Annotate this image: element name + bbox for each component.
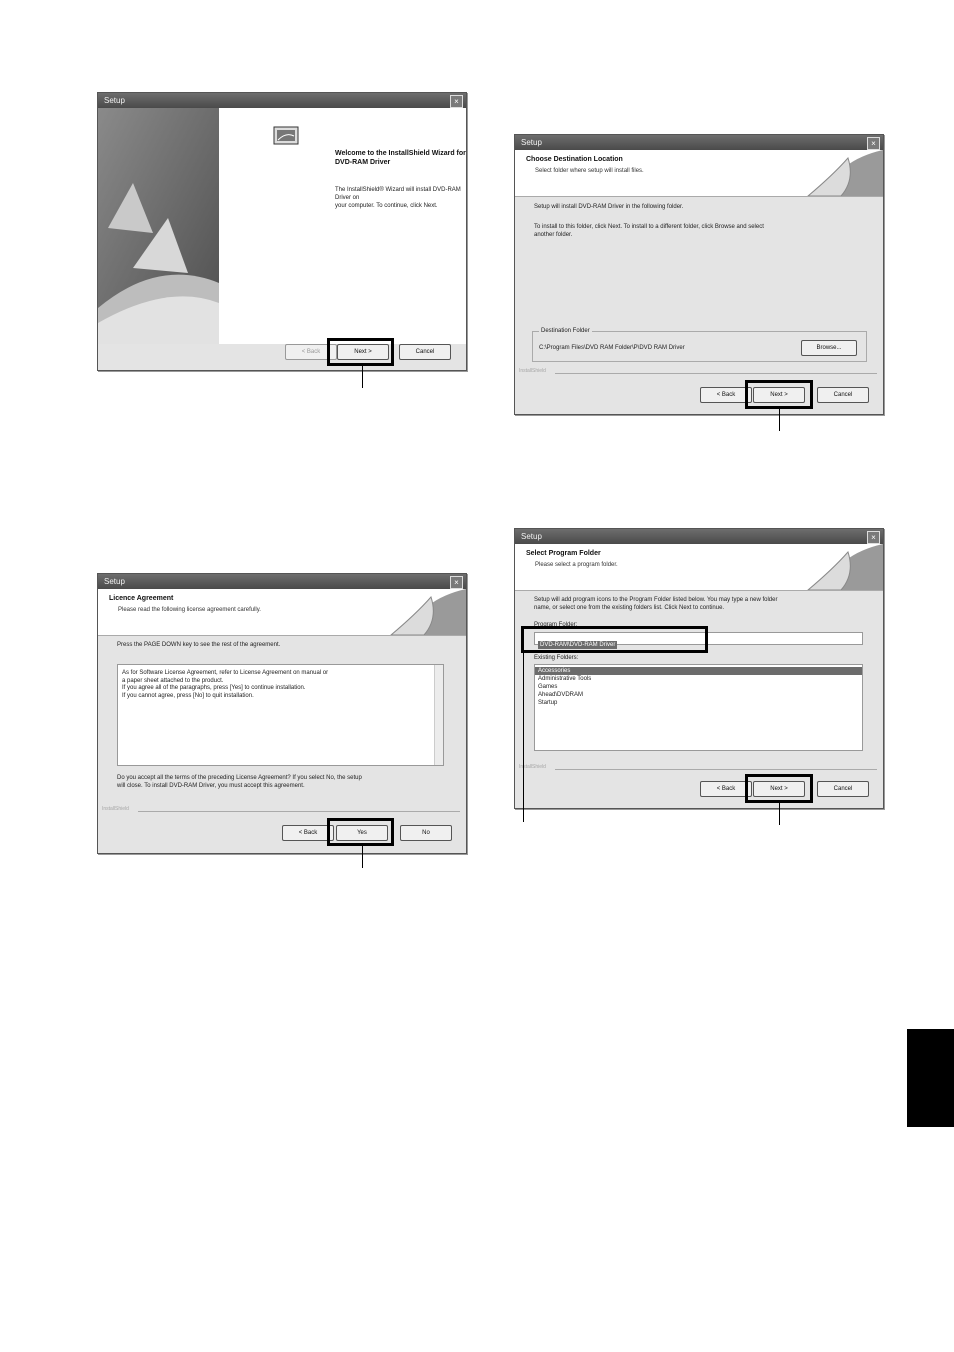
- page-curl-icon: [807, 150, 883, 196]
- close-button[interactable]: ×: [867, 137, 880, 150]
- browse-button[interactable]: Browse...: [801, 340, 857, 356]
- license-text-box[interactable]: As for Software License Agreement, refer…: [117, 664, 444, 766]
- destination-titlebar[interactable]: Setup ×: [515, 135, 883, 150]
- program-folder-dialog: Setup × Select Program Folder Please sel…: [514, 528, 884, 809]
- list-item[interactable]: Games: [535, 683, 862, 691]
- welcome-content: Welcome to the InstallShield Wizard for …: [219, 108, 466, 344]
- license-question: Do you accept all the terms of the prece…: [117, 775, 362, 789]
- setup-computer-icon: [273, 126, 299, 145]
- page-subtitle: Please select a program folder.: [535, 562, 618, 568]
- yes-button-highlight: [327, 818, 394, 846]
- next-button-highlight: [745, 380, 813, 409]
- license-instruction: Press the PAGE DOWN key to see the rest …: [117, 642, 281, 648]
- close-button[interactable]: ×: [867, 531, 880, 544]
- callout-line: [362, 846, 363, 868]
- window-title: Setup: [521, 138, 542, 147]
- license-dialog: Setup × Licence Agreement Please read th…: [97, 573, 467, 854]
- program-folder-highlight: [521, 626, 708, 653]
- callout-line: [523, 652, 524, 822]
- list-item[interactable]: Startup: [535, 699, 862, 707]
- close-button[interactable]: ×: [450, 576, 463, 589]
- page-subtitle: Select folder where setup will install f…: [535, 168, 644, 174]
- next-button-highlight: [327, 338, 394, 366]
- cancel-button[interactable]: Cancel: [817, 781, 869, 797]
- no-button[interactable]: No: [400, 825, 452, 841]
- cancel-button[interactable]: Cancel: [817, 387, 869, 403]
- destination-info: Setup will install DVD-RAM Driver in the…: [534, 204, 684, 210]
- welcome-titlebar[interactable]: Setup ×: [98, 93, 466, 108]
- license-header: Licence Agreement Please read the follow…: [98, 589, 466, 636]
- installshield-label: InstallShield: [519, 368, 546, 374]
- page-subtitle: Please read the following license agreem…: [118, 607, 261, 613]
- existing-folders-label: Existing Folders:: [534, 655, 579, 661]
- license-scrollbar[interactable]: [434, 665, 443, 765]
- footer-divider: [138, 811, 460, 812]
- program-folder-titlebar[interactable]: Setup ×: [515, 529, 883, 544]
- welcome-side-graphic: [98, 108, 219, 344]
- welcome-dialog: Setup × Welcome to the InstallShield Wiz…: [97, 92, 467, 371]
- page-title: Select Program Folder: [526, 550, 601, 557]
- destination-instructions: To install to this folder, click Next. T…: [534, 224, 764, 238]
- existing-folders-list[interactable]: Accessories Administrative Tools Games A…: [534, 664, 863, 751]
- wizard-graphic-icon: [98, 108, 219, 344]
- callout-line: [779, 803, 780, 825]
- list-item[interactable]: Ahead\DVDRAM: [535, 691, 862, 699]
- license-text: As for Software License Agreement, refer…: [122, 670, 329, 699]
- window-title: Setup: [104, 96, 125, 105]
- program-folder-header: Select Program Folder Please select a pr…: [515, 544, 883, 591]
- installshield-label: InstallShield: [102, 806, 129, 812]
- welcome-body: The InstallShield® Wizard will install D…: [335, 187, 461, 209]
- program-folder-instructions: Setup will add program icons to the Prog…: [534, 597, 778, 611]
- license-titlebar[interactable]: Setup ×: [98, 574, 466, 589]
- callout-line: [779, 409, 780, 431]
- callout-line: [362, 366, 363, 388]
- destination-path: C:\Program Files\DVD RAM Folder\P\DVD RA…: [539, 345, 685, 351]
- destination-dialog: Setup × Choose Destination Location Sele…: [514, 134, 884, 415]
- footer-divider: [555, 373, 877, 374]
- destination-group-label: Destination Folder: [539, 327, 592, 335]
- cancel-button[interactable]: Cancel: [399, 344, 451, 360]
- destination-header: Choose Destination Location Select folde…: [515, 150, 883, 197]
- welcome-heading: Welcome to the InstallShield Wizard for …: [335, 150, 466, 166]
- section-tab: [907, 1029, 954, 1127]
- folders-list-items: Accessories Administrative Tools Games A…: [535, 665, 862, 707]
- window-title: Setup: [104, 577, 125, 586]
- page-title: Licence Agreement: [109, 595, 174, 602]
- page-title: Choose Destination Location: [526, 156, 623, 163]
- list-item[interactable]: Accessories: [535, 667, 862, 675]
- page-curl-icon: [390, 589, 466, 635]
- close-button[interactable]: ×: [450, 95, 463, 108]
- next-button-highlight: [745, 774, 813, 803]
- page-curl-icon: [807, 544, 883, 590]
- footer-divider: [555, 769, 877, 770]
- window-title: Setup: [521, 532, 542, 541]
- list-item[interactable]: Administrative Tools: [535, 675, 862, 683]
